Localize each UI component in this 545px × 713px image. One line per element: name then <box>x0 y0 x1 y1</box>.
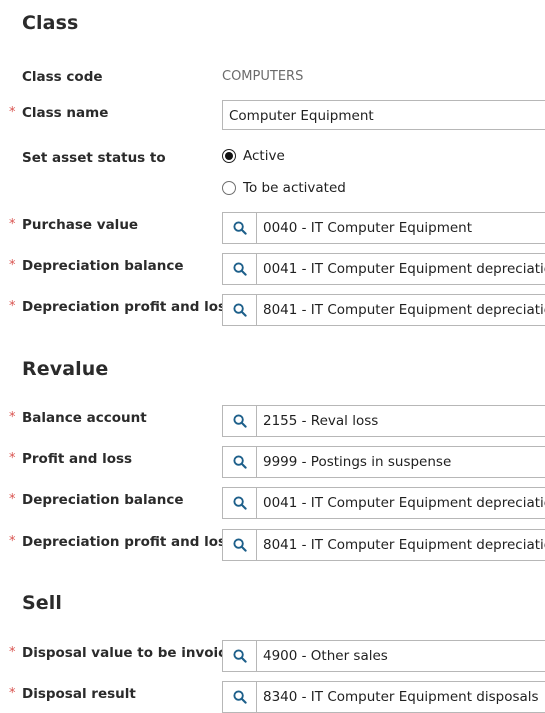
search-icon[interactable] <box>223 406 257 436</box>
disposal-value-field[interactable]: 4900 - Other sales <box>222 640 545 672</box>
depreciation-balance-text: 0041 - IT Computer Equipment depreciatio… <box>263 261 545 277</box>
balance-account-row: * Balance account 2155 - Reval loss <box>0 405 545 437</box>
disposal-value-text: 4900 - Other sales <box>263 648 388 664</box>
depreciation-pl-row: * Depreciation profit and loss 8041 - IT… <box>0 294 545 326</box>
revalue-depreciation-pl-field[interactable]: 8041 - IT Computer Equipment depreciatio… <box>222 529 545 561</box>
depreciation-balance-field[interactable]: 0041 - IT Computer Equipment depreciatio… <box>222 253 545 285</box>
status-option-to-be-activated[interactable]: To be activated <box>222 178 346 198</box>
radio-to-be-activated[interactable] <box>222 181 236 195</box>
profit-loss-row: * Profit and loss 9999 - Postings in sus… <box>0 446 545 478</box>
section-title-class: Class <box>22 12 79 34</box>
balance-account-label: Balance account <box>22 410 147 426</box>
required-marker: * <box>9 645 16 660</box>
required-marker: * <box>9 686 16 701</box>
status-option-label: To be activated <box>243 180 346 196</box>
required-marker: * <box>9 451 16 466</box>
disposal-value-label: Disposal value to be invoiced <box>22 645 245 661</box>
disposal-result-text: 8340 - IT Computer Equipment disposals <box>263 689 539 705</box>
required-marker: * <box>9 258 16 273</box>
search-icon[interactable] <box>223 254 257 284</box>
revalue-depreciation-balance-label: Depreciation balance <box>22 492 184 508</box>
class-code-row: Class code COMPUTERS <box>0 64 545 96</box>
required-marker: * <box>9 492 16 507</box>
class-code-value: COMPUTERS <box>222 69 304 84</box>
revalue-depreciation-pl-row: * Depreciation profit and loss 8041 - IT… <box>0 529 545 561</box>
depreciation-balance-row: * Depreciation balance 0041 - IT Compute… <box>0 253 545 285</box>
disposal-result-row: * Disposal result 8340 - IT Computer Equ… <box>0 681 545 713</box>
revalue-depreciation-pl-label: Depreciation profit and loss <box>22 534 235 550</box>
balance-account-text: 2155 - Reval loss <box>263 413 379 429</box>
search-icon[interactable] <box>223 530 257 560</box>
revalue-depreciation-balance-field[interactable]: 0041 - IT Computer Equipment depreciatio… <box>222 487 545 519</box>
revalue-depreciation-balance-row: * Depreciation balance 0041 - IT Compute… <box>0 487 545 519</box>
section-title-revalue: Revalue <box>22 358 109 380</box>
class-name-row: * Class name Computer Equipment <box>0 100 545 132</box>
required-marker: * <box>9 299 16 314</box>
class-name-input[interactable]: Computer Equipment <box>222 100 545 130</box>
class-name-label: Class name <box>22 105 109 121</box>
balance-account-field[interactable]: 2155 - Reval loss <box>222 405 545 437</box>
purchase-value-row: * Purchase value 0040 - IT Computer Equi… <box>0 212 545 244</box>
search-icon[interactable] <box>223 641 257 671</box>
required-marker: * <box>9 534 16 549</box>
search-icon[interactable] <box>223 682 257 712</box>
search-icon[interactable] <box>223 447 257 477</box>
status-option-active[interactable]: Active <box>222 146 285 166</box>
disposal-result-label: Disposal result <box>22 686 136 702</box>
depreciation-pl-field[interactable]: 8041 - IT Computer Equipment depreciatio… <box>222 294 545 326</box>
required-marker: * <box>9 105 16 120</box>
profit-loss-label: Profit and loss <box>22 451 133 467</box>
revalue-depreciation-pl-text: 8041 - IT Computer Equipment depreciatio… <box>263 537 545 553</box>
profit-loss-text: 9999 - Postings in suspense <box>263 454 452 470</box>
class-code-label: Class code <box>22 69 103 85</box>
depreciation-pl-text: 8041 - IT Computer Equipment depreciatio… <box>263 302 545 318</box>
depreciation-pl-label: Depreciation profit and loss <box>22 299 235 315</box>
disposal-result-field[interactable]: 8340 - IT Computer Equipment disposals <box>222 681 545 713</box>
profit-loss-field[interactable]: 9999 - Postings in suspense <box>222 446 545 478</box>
status-option-label: Active <box>243 148 285 164</box>
search-icon[interactable] <box>223 488 257 518</box>
purchase-value-text: 0040 - IT Computer Equipment <box>263 220 473 236</box>
section-title-sell: Sell <box>22 592 62 614</box>
search-icon[interactable] <box>223 295 257 325</box>
revalue-depreciation-balance-text: 0041 - IT Computer Equipment depreciatio… <box>263 495 545 511</box>
required-marker: * <box>9 217 16 232</box>
purchase-value-label: Purchase value <box>22 217 139 233</box>
asset-status-label: Set asset status to <box>22 150 166 166</box>
disposal-value-row: * Disposal value to be invoiced 4900 - O… <box>0 640 545 672</box>
radio-active[interactable] <box>222 149 236 163</box>
required-marker: * <box>9 410 16 425</box>
depreciation-balance-label: Depreciation balance <box>22 258 184 274</box>
search-icon[interactable] <box>223 213 257 243</box>
purchase-value-field[interactable]: 0040 - IT Computer Equipment <box>222 212 545 244</box>
